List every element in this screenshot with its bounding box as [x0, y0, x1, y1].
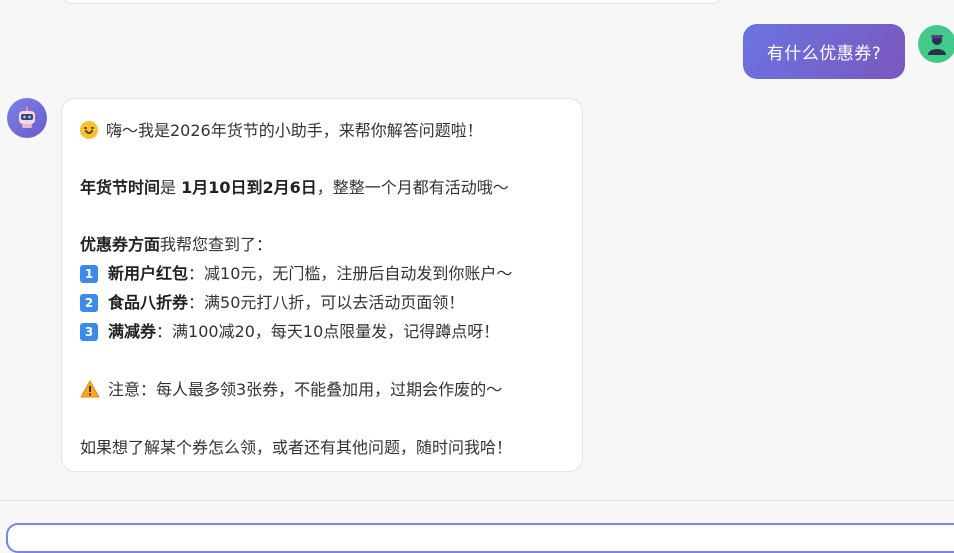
user-message-text: 有什么优惠券?	[766, 44, 882, 64]
event-time-connector: 是	[160, 178, 182, 197]
number-3-icon: 3	[80, 323, 98, 341]
number-1-icon: 1	[80, 265, 98, 283]
greeting-text: 嗨～我是2026年货节的小助手，来帮你解答问题啦！	[106, 121, 483, 140]
coupon-section-label: 优惠券方面	[80, 235, 161, 254]
robot-icon	[19, 106, 35, 128]
coupon-intro-text: 我帮您查到了：	[160, 235, 273, 254]
coupon-item: 3 满减券：满100减20，每天10点限量发，记得蹲点呀！	[80, 317, 564, 346]
user-message-bubble: 有什么优惠券?	[743, 24, 905, 79]
user-avatar	[918, 25, 954, 63]
coupon-item: 2 食品八折券：满50元打八折，可以去活动页面领！	[80, 288, 564, 317]
coupon-item-title: 食品八折券	[108, 293, 189, 312]
event-time-suffix: ，整整一个月都有活动哦～	[316, 178, 509, 197]
message-input[interactable]	[6, 523, 954, 553]
number-2-icon: 2	[80, 294, 98, 312]
coupon-item: 1 新用户红包：减10元，无门槛，注册后自动发到你账户～	[80, 259, 564, 288]
coupon-intro-line: 优惠券方面我帮您查到了：	[80, 230, 564, 259]
input-area-divider	[0, 500, 954, 501]
coupon-item-desc: ：减10元，无门槛，注册后自动发到你账户～	[188, 264, 513, 283]
bot-avatar	[7, 98, 47, 138]
closing-text: 如果想了解某个券怎么领，或者还有其他问题，随时问我哈！	[80, 438, 513, 457]
note-line: 注意：每人最多领3张券，不能叠加用，过期会作废的～	[80, 375, 564, 404]
user-silhouette-icon	[928, 35, 946, 55]
event-time-line: 年货节时间是 1月10日到2月6日，整整一个月都有活动哦～	[80, 173, 564, 202]
previous-message-bubble	[60, 0, 724, 4]
note-text: 注意：每人最多领3张券，不能叠加用，过期会作废的～	[108, 380, 503, 399]
event-time-label: 年货节时间	[80, 178, 161, 197]
greeting-line: 嗨～我是2026年货节的小助手，来帮你解答问题啦！	[80, 116, 564, 145]
warning-icon	[80, 380, 100, 398]
coupon-item-desc: ：满100减20，每天10点限量发，记得蹲点呀！	[156, 322, 500, 341]
coupon-item-title: 满减券	[108, 322, 157, 341]
bot-message-bubble: 嗨～我是2026年货节的小助手，来帮你解答问题啦！ 年货节时间是 1月10日到2…	[61, 98, 583, 472]
event-time-range: 1月10日到2月6日	[181, 178, 317, 197]
closing-line: 如果想了解某个券怎么领，或者还有其他问题，随时问我哈！	[80, 433, 564, 462]
smiling-face-icon	[80, 121, 98, 139]
coupon-item-desc: ：满50元打八折，可以去活动页面领！	[188, 293, 465, 312]
coupon-item-title: 新用户红包	[108, 264, 189, 283]
